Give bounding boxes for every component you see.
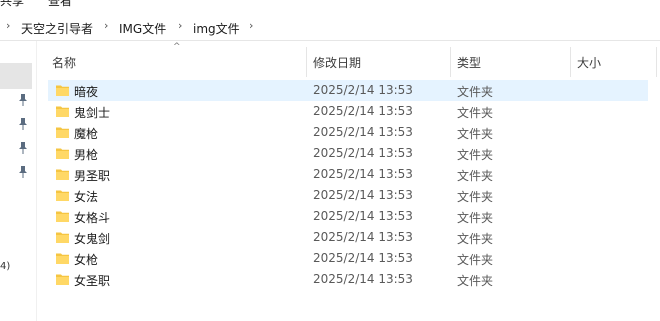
file-type: 文件夹 [457, 274, 494, 288]
breadcrumb-separator: › [6, 19, 11, 32]
breadcrumb-item-2[interactable]: IMG文件 [119, 20, 166, 37]
file-name[interactable]: 女圣职 [74, 272, 110, 289]
file-date: 2025/2/14 13:53 [313, 188, 413, 202]
column-header-type[interactable]: 类型 [457, 54, 481, 71]
file-name[interactable]: 女枪 [74, 251, 98, 268]
file-type: 文件夹 [457, 127, 494, 141]
column-divider[interactable] [306, 47, 307, 77]
file-date: 2025/2/14 13:53 [313, 104, 413, 118]
sidebar-partial-label: 4) [0, 261, 11, 272]
file-date: 2025/2/14 13:53 [313, 83, 413, 97]
file-row[interactable]: 女格斗 2025/2/14 13:53 文件夹 [48, 206, 648, 227]
file-row[interactable]: 男枪 2025/2/14 13:53 文件夹 [48, 143, 648, 164]
sort-ascending-icon: ^ [173, 42, 181, 52]
file-name[interactable]: 女鬼剑 [74, 230, 110, 247]
file-type: 文件夹 [457, 232, 494, 246]
folder-icon [56, 189, 69, 201]
folder-icon [56, 105, 69, 117]
file-date: 2025/2/14 13:53 [313, 167, 413, 181]
file-name[interactable]: 男枪 [74, 146, 98, 163]
breadcrumb-separator[interactable]: › [104, 19, 108, 32]
file-type: 文件夹 [457, 169, 494, 183]
file-name[interactable]: 暗夜 [74, 83, 98, 100]
file-row[interactable]: 女圣职 2025/2/14 13:53 文件夹 [48, 269, 648, 290]
menu-strip: 共享 查看 [0, 0, 660, 8]
file-date: 2025/2/14 13:53 [313, 146, 413, 160]
file-name[interactable]: 鬼剑士 [74, 104, 110, 121]
file-date: 2025/2/14 13:53 [313, 230, 413, 244]
file-name[interactable]: 女格斗 [74, 209, 110, 226]
folder-icon [56, 126, 69, 138]
file-row[interactable]: 女鬼剑 2025/2/14 13:53 文件夹 [48, 227, 648, 248]
column-header-name[interactable]: 名称 [52, 54, 76, 71]
navigation-pane: 4) [0, 41, 37, 321]
pin-icon [18, 166, 28, 178]
column-headers: ^ 名称 修改日期 类型 大小 [46, 41, 660, 77]
file-row[interactable]: 男圣职 2025/2/14 13:53 文件夹 [48, 164, 648, 185]
file-type: 文件夹 [457, 211, 494, 225]
folder-icon [56, 231, 69, 243]
file-type: 文件夹 [457, 190, 494, 204]
column-header-date[interactable]: 修改日期 [313, 54, 361, 71]
file-date: 2025/2/14 13:53 [313, 209, 413, 223]
folder-icon [56, 273, 69, 285]
column-divider[interactable] [570, 47, 571, 77]
address-bar[interactable]: › 天空之引导者 › IMG文件 › img文件 › [0, 14, 660, 41]
file-row[interactable]: 魔枪 2025/2/14 13:53 文件夹 [48, 122, 648, 143]
file-row[interactable]: 暗夜 2025/2/14 13:53 文件夹 [48, 80, 648, 101]
column-divider[interactable] [450, 47, 451, 77]
menu-item-share[interactable]: 共享 [0, 0, 24, 9]
file-type: 文件夹 [457, 85, 494, 99]
file-name[interactable]: 女法 [74, 188, 98, 205]
pin-icon [18, 118, 28, 130]
file-date: 2025/2/14 13:53 [313, 251, 413, 265]
pin-icon [18, 142, 28, 154]
sidebar-selected-item[interactable] [0, 63, 32, 89]
folder-icon [56, 84, 69, 96]
file-name[interactable]: 魔枪 [74, 125, 98, 142]
file-name[interactable]: 男圣职 [74, 167, 110, 184]
pin-icon [18, 94, 28, 106]
file-date: 2025/2/14 13:53 [313, 125, 413, 139]
breadcrumb-item-1[interactable]: 天空之引导者 [21, 20, 93, 37]
breadcrumb-item-3[interactable]: img文件 [193, 20, 240, 37]
file-row[interactable]: 女枪 2025/2/14 13:53 文件夹 [48, 248, 648, 269]
file-row[interactable]: 女法 2025/2/14 13:53 文件夹 [48, 185, 648, 206]
column-header-size[interactable]: 大小 [577, 54, 601, 71]
breadcrumb-separator[interactable]: › [249, 19, 253, 32]
folder-icon [56, 210, 69, 222]
breadcrumb-separator[interactable]: › [178, 19, 182, 32]
file-type: 文件夹 [457, 106, 494, 120]
folder-icon [56, 252, 69, 264]
menu-item-view[interactable]: 查看 [48, 0, 72, 9]
column-divider[interactable] [656, 47, 657, 77]
folder-icon [56, 168, 69, 180]
file-row[interactable]: 鬼剑士 2025/2/14 13:53 文件夹 [48, 101, 648, 122]
file-date: 2025/2/14 13:53 [313, 272, 413, 286]
file-type: 文件夹 [457, 253, 494, 267]
folder-icon [56, 147, 69, 159]
file-type: 文件夹 [457, 148, 494, 162]
